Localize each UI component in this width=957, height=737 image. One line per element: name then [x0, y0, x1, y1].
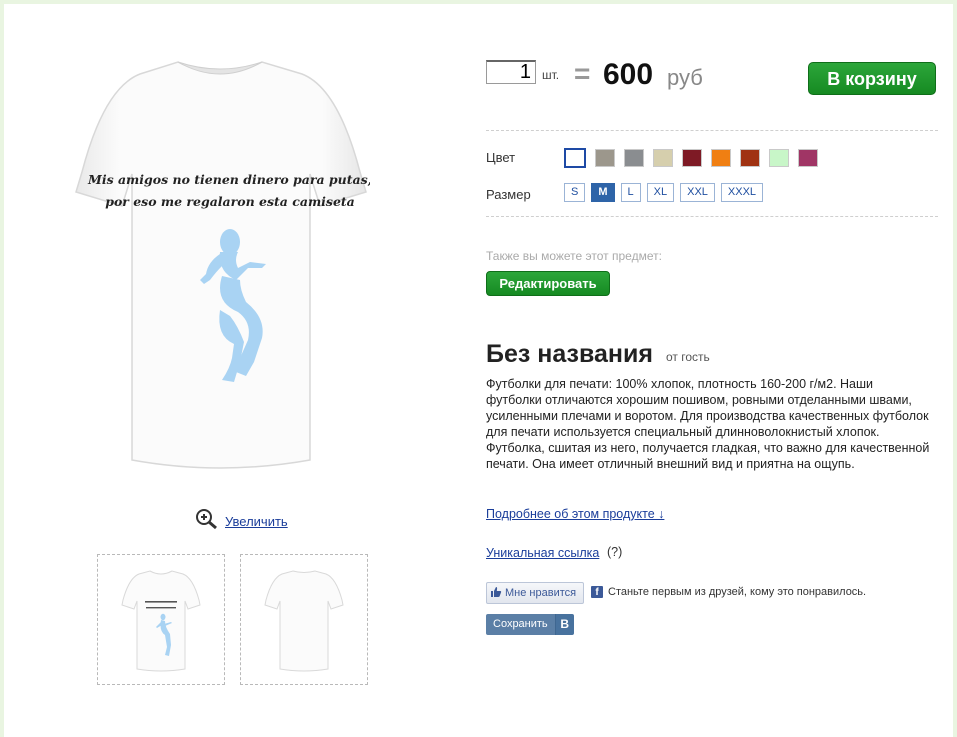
vk-icon: B: [554, 614, 574, 635]
zoom-link[interactable]: Увеличить: [225, 514, 288, 529]
like-label: Мне нравится: [505, 587, 577, 599]
quantity-unit: шт.: [542, 68, 560, 82]
page-frame-left: [0, 0, 4, 737]
product-title: Без названия: [486, 340, 653, 368]
magnifier-plus-icon: [195, 508, 219, 535]
shirt-print-line1: Mis amigos no tienen dinero para putas,: [87, 172, 370, 187]
vk-save-button[interactable]: Сохранить B: [486, 614, 574, 635]
product-main-image[interactable]: Mis amigos no tienen dinero para putas, …: [70, 40, 372, 500]
zoom-control[interactable]: Увеличить: [195, 508, 288, 535]
size-option[interactable]: L: [620, 183, 641, 202]
product-description: Футболки для печати: 100% хлопок, плотно…: [486, 377, 930, 471]
fb-text: Станьте первым из друзей, кому это понра…: [608, 586, 867, 598]
color-swatch[interactable]: [711, 149, 731, 167]
unique-link[interactable]: Уникальная ссылка: [486, 546, 599, 560]
purchase-row: шт. = 600 руб В корзину: [486, 58, 938, 96]
color-swatch[interactable]: [740, 149, 760, 167]
thumbs-up-icon: [490, 586, 502, 601]
color-swatches: [564, 148, 818, 168]
size-label: Размер: [486, 187, 531, 202]
fb-like-button[interactable]: Мне нравится: [486, 582, 584, 604]
color-swatch[interactable]: [595, 149, 615, 167]
size-option[interactable]: XXXL: [720, 183, 764, 202]
add-to-cart-button[interactable]: В корзину: [808, 62, 936, 95]
tshirt-front-thumb-image: [121, 570, 201, 672]
equals-sign: =: [574, 58, 591, 89]
size-option[interactable]: XXL: [680, 183, 715, 202]
price-value: 600: [603, 58, 654, 91]
size-option[interactable]: M: [591, 183, 615, 202]
help-link[interactable]: (?): [607, 545, 622, 559]
vk-save-label: Сохранить: [486, 614, 555, 635]
divider: [486, 216, 938, 217]
price-currency: руб: [667, 65, 703, 90]
color-swatch[interactable]: [564, 148, 586, 168]
page-frame-top: [0, 0, 957, 4]
tshirt-back-thumb-image: [264, 570, 344, 672]
color-label: Цвет: [486, 150, 516, 165]
size-option[interactable]: XL: [646, 183, 675, 202]
shirt-print-line2: por eso me regalaron esta camiseta: [105, 194, 355, 209]
edit-button[interactable]: Редактировать: [486, 271, 610, 296]
product-author: от гость: [666, 350, 710, 364]
thumbnail-front[interactable]: [97, 554, 225, 685]
tshirt-front-image: Mis amigos no tienen dinero para putas, …: [75, 61, 372, 469]
color-swatch[interactable]: [682, 149, 702, 167]
color-swatch[interactable]: [624, 149, 644, 167]
also-text: Также вы можете этот предмет:: [486, 249, 662, 263]
color-swatch[interactable]: [769, 149, 789, 167]
more-info-link[interactable]: Подробнее об этом продукте ↓: [486, 507, 664, 521]
size-options: S M L XL XXL XXXL: [564, 183, 764, 202]
size-option[interactable]: S: [564, 183, 586, 202]
color-swatch[interactable]: [798, 149, 818, 167]
page-frame-right: [953, 0, 957, 737]
quantity-input[interactable]: [486, 60, 536, 84]
color-swatch[interactable]: [653, 149, 673, 167]
fb-social-text: f Станьте первым из друзей, кому это пон…: [591, 586, 866, 598]
facebook-icon: f: [591, 586, 603, 598]
divider: [486, 130, 938, 131]
thumbnail-back[interactable]: [240, 554, 368, 685]
